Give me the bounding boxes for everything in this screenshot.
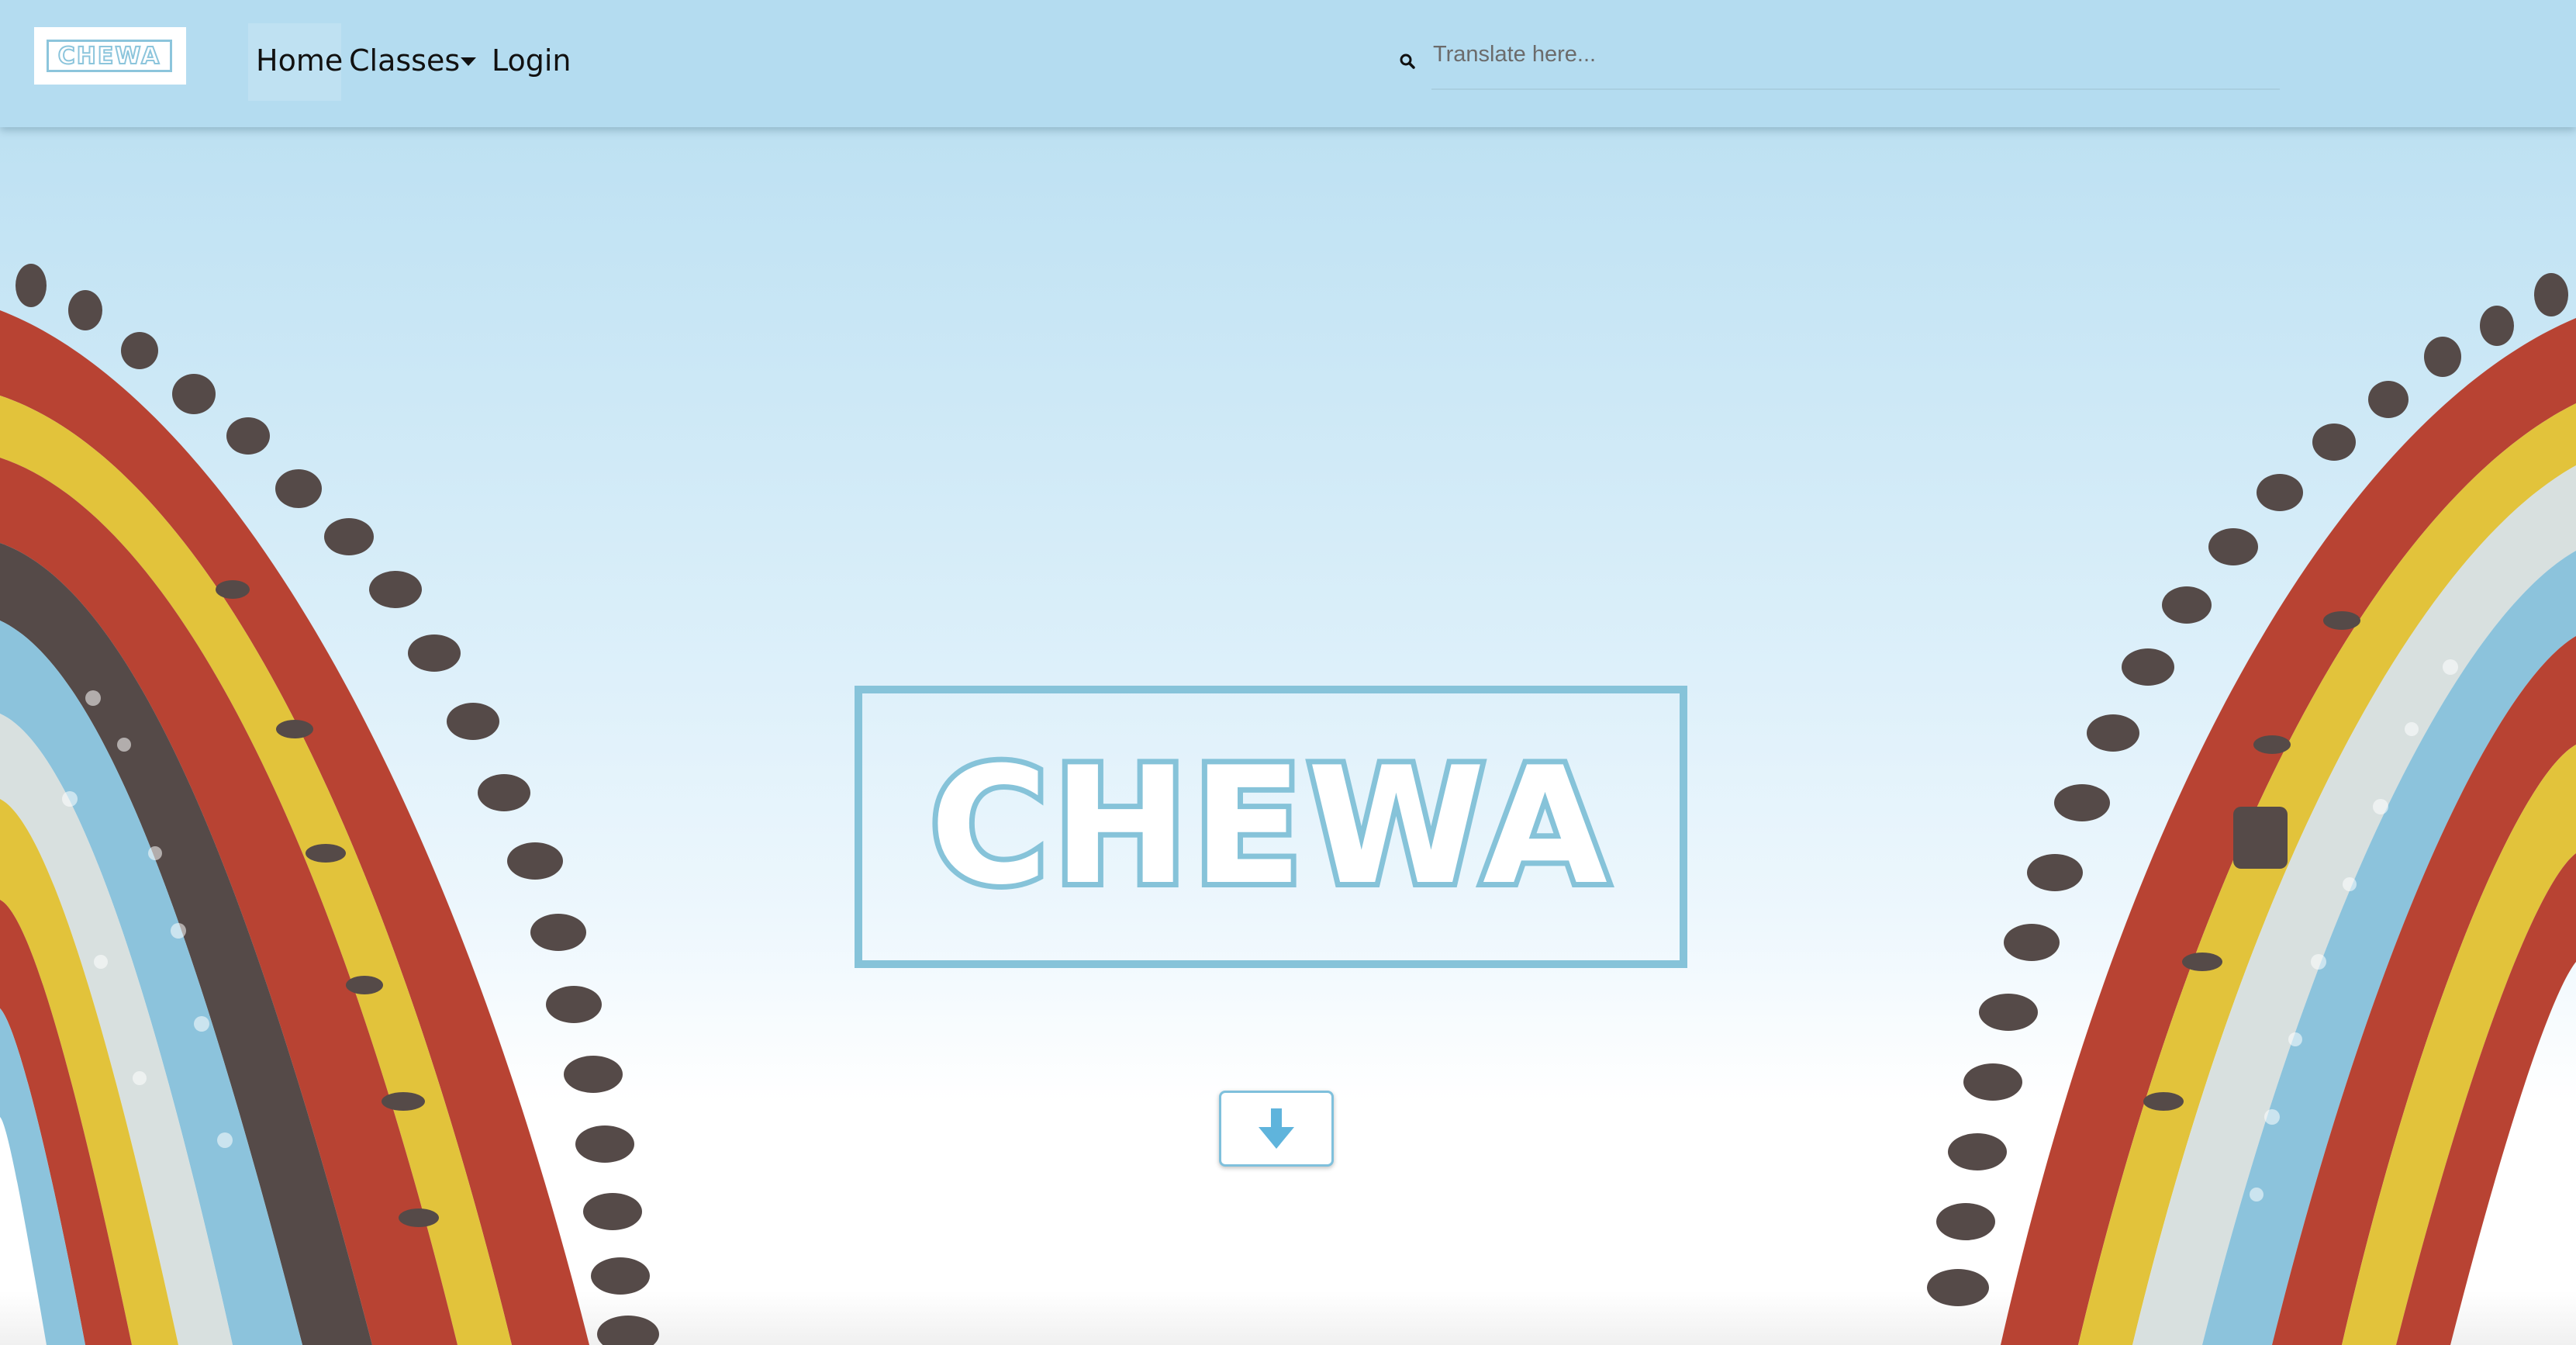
decorative-pattern-right: [1927, 273, 2576, 1345]
logo-text: CHEWA: [47, 40, 172, 72]
chevron-down-icon[interactable]: [461, 57, 476, 66]
navbar: CHEWA Home Classes Login: [0, 0, 2576, 127]
arrow-down-icon: [1259, 1108, 1294, 1149]
translate-search-input[interactable]: [1431, 36, 2280, 90]
nav-link-home[interactable]: Home: [256, 40, 343, 81]
search-icon: [1400, 54, 1415, 69]
decorative-pattern-left: [0, 264, 659, 1345]
nav-link-login[interactable]: Login: [492, 40, 571, 81]
scroll-down-button[interactable]: [1219, 1091, 1334, 1167]
hero-title-box: CHEWA: [855, 686, 1687, 968]
hero-title: CHEWA: [924, 733, 1613, 921]
site-logo[interactable]: CHEWA: [34, 27, 186, 85]
nav-link-classes-dropdown[interactable]: Classes: [349, 40, 460, 81]
